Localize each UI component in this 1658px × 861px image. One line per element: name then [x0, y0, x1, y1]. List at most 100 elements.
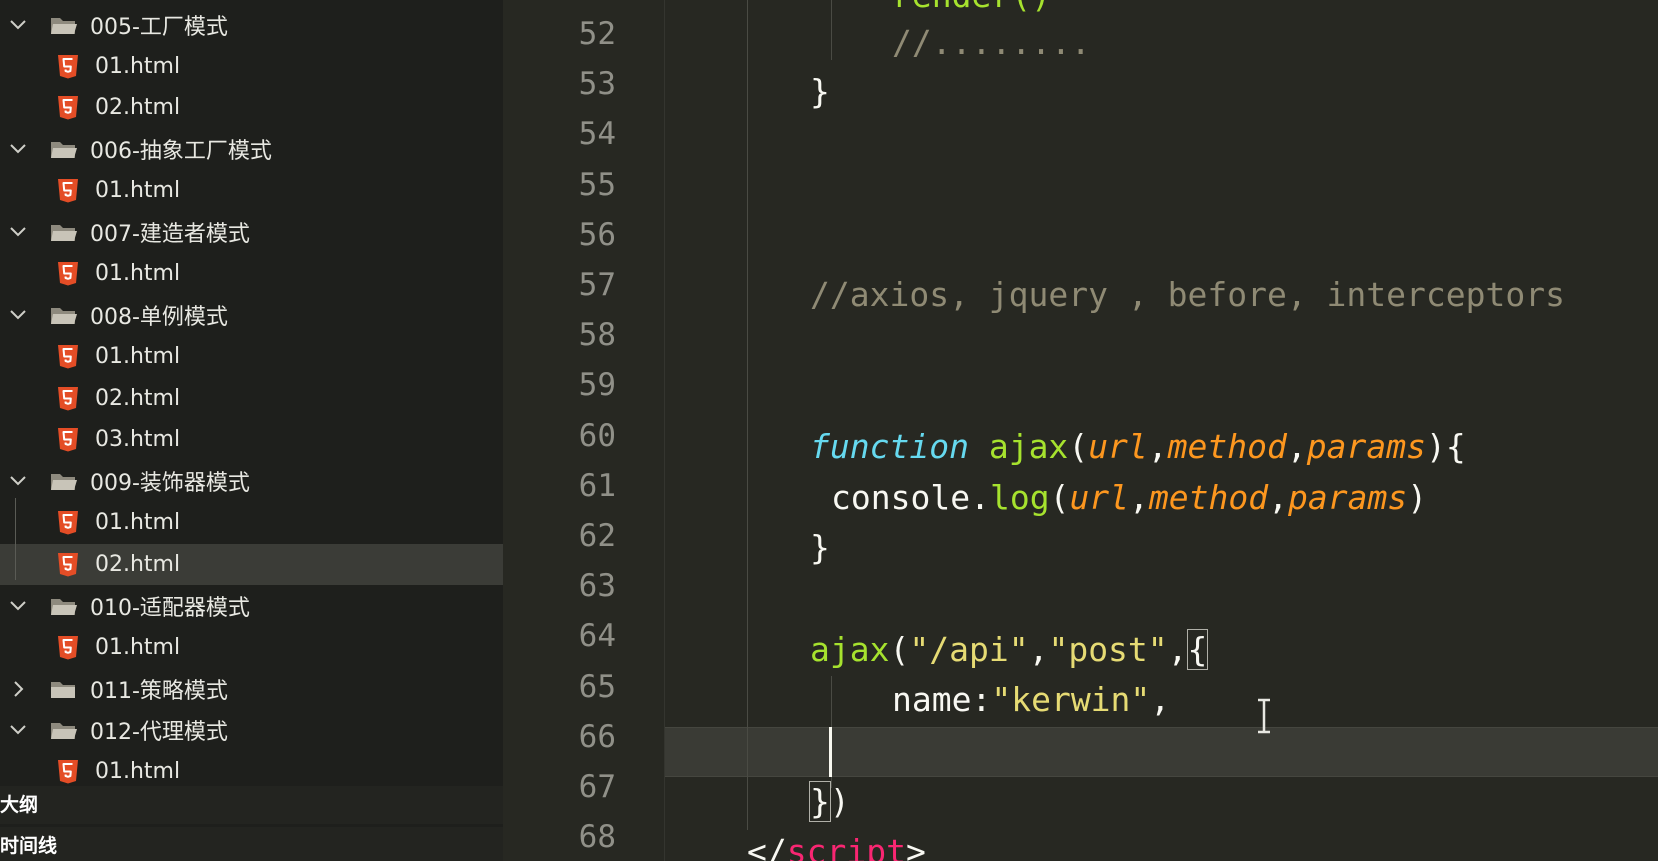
tree-folder-item[interactable]: 008-单例模式 [0, 295, 503, 336]
outline-panel-header[interactable]: 大纲 [0, 786, 503, 824]
keyword-function: function [810, 427, 969, 466]
html5-file-icon [58, 760, 78, 784]
line-number: 61 [578, 467, 616, 504]
tree-item-label: 009-装饰器模式 [90, 471, 250, 496]
folder-open-icon [51, 225, 77, 241]
folder-open-icon [51, 723, 77, 739]
current-line-highlight [664, 727, 1658, 777]
comma: , [1150, 680, 1171, 719]
chevron-down-icon[interactable] [8, 222, 28, 242]
paren: ( [1049, 478, 1070, 517]
line-number: 67 [578, 769, 616, 805]
param-params: params [1306, 427, 1426, 466]
text-caret [829, 727, 832, 777]
line-number: 64 [578, 618, 616, 655]
function-name: ajax [988, 427, 1069, 466]
line-number: 66 [578, 718, 616, 755]
tree-folder-item[interactable]: 007-建造者模式 [0, 212, 503, 253]
line-number: 68 [578, 819, 616, 856]
comma: , [1268, 478, 1289, 517]
tree-item-label: 01.html [95, 634, 181, 660]
tree-item-label: 01.html [95, 759, 181, 784]
tree-file-item[interactable]: 02.html [0, 87, 503, 128]
matched-brace: { [1186, 629, 1209, 670]
chevron-down-icon[interactable] [8, 15, 28, 35]
tag-open: </ [747, 832, 787, 861]
code-line-65: name:"kerwin", [892, 680, 1170, 719]
comma: , [1286, 427, 1307, 466]
tree-item-label: 01.html [95, 344, 181, 369]
line-number: 63 [578, 568, 616, 605]
html5-file-icon [58, 511, 78, 535]
tree-file-item[interactable]: 01.html [0, 627, 503, 668]
line-number: 59 [578, 367, 616, 404]
tree-item-label: 01.html [95, 53, 181, 79]
gutter-separator [664, 0, 665, 861]
html5-file-icon [58, 386, 78, 410]
function-call: ajax [810, 630, 890, 669]
string-kerwin: "kerwin" [991, 680, 1151, 719]
folder-icon [51, 681, 75, 698]
param-method: method [1148, 478, 1269, 517]
line-number: 55 [578, 166, 616, 203]
paren: ) [1407, 478, 1428, 517]
chevron-down-icon[interactable] [8, 305, 28, 325]
console-object: console. [831, 478, 990, 517]
html5-file-icon [58, 96, 78, 120]
line-number: 54 [578, 116, 616, 153]
folder-open-icon [51, 308, 77, 324]
code-line-62: } [810, 528, 830, 567]
paren: ( [1068, 427, 1089, 466]
folder-open-icon [51, 142, 77, 158]
line-number: 53 [578, 66, 616, 103]
chevron-down-icon[interactable] [8, 139, 28, 159]
tree-folder-item[interactable]: 012-代理模式 [0, 710, 503, 751]
timeline-panel-header[interactable]: 时间线 [0, 827, 503, 861]
tree-folder-item[interactable]: 009-装饰器模式 [0, 461, 503, 502]
tree-file-item[interactable]: 02.html [0, 543, 503, 585]
matched-brace: } [809, 781, 831, 822]
tree-item-label: 010-适配器模式 [90, 595, 250, 621]
tree-folder-item[interactable]: 010-适配器模式 [0, 585, 503, 626]
tree-folder-item[interactable]: 006-抽象工厂模式 [0, 129, 503, 170]
tree-file-item[interactable]: 01.html [0, 502, 503, 543]
tree-file-item[interactable]: 01.html [0, 46, 503, 87]
chevron-down-icon[interactable] [8, 720, 28, 740]
tree-file-item[interactable]: 01.html [0, 170, 503, 211]
param-url: url [1088, 427, 1148, 466]
tree-file-item[interactable]: 02.html [0, 378, 503, 419]
html5-file-icon [58, 262, 78, 286]
indent-guide [831, 0, 832, 60]
line-number: 65 [578, 668, 616, 705]
tree-item-label: 01.html [95, 510, 181, 535]
string-post: "post" [1048, 630, 1168, 669]
tree-folder-item[interactable]: 005-工厂模式 [0, 4, 503, 45]
tree-item-label: 006-抽象工厂模式 [90, 139, 272, 164]
html5-file-icon [58, 428, 78, 452]
tree-item-label: 005-工厂模式 [90, 14, 228, 40]
paren: ( [889, 630, 910, 669]
code-line-52: //........ [892, 23, 1091, 62]
tree-item-label: 01.html [95, 178, 181, 203]
comma: , [1147, 427, 1168, 466]
tree-file-item[interactable]: 01.html [0, 336, 503, 377]
tree-item-label: 02.html [95, 95, 181, 120]
chevron-down-icon[interactable] [8, 471, 28, 491]
line-number: 60 [578, 417, 616, 454]
chevron-down-icon[interactable] [8, 596, 28, 616]
tree-folder-item[interactable]: 011-策略模式 [0, 668, 503, 709]
comma: , [1167, 630, 1188, 669]
folder-open-icon [51, 17, 77, 34]
line-number: 57 [578, 267, 616, 303]
string-api: "/api" [909, 630, 1029, 669]
html5-file-icon [58, 635, 78, 659]
code-line-61: console.log(url,method,params) [831, 478, 1427, 517]
tree-file-item[interactable]: 01.html [0, 253, 503, 294]
object-key: name: [892, 680, 992, 719]
tree-file-item[interactable]: 03.html [0, 419, 503, 460]
tree-item-label: 02.html [95, 551, 181, 577]
tree-indent-guide [15, 498, 16, 580]
text-cursor-icon [1258, 698, 1270, 734]
chevron-right-icon[interactable] [8, 679, 28, 699]
line-number: 62 [578, 518, 616, 554]
